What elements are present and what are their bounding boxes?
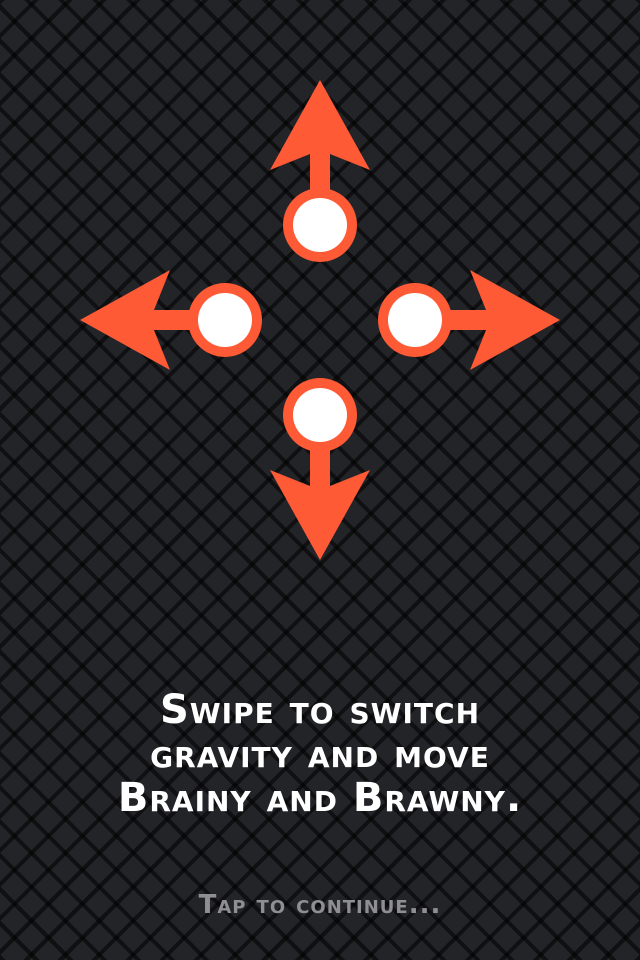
- instruction-line: gravity and move: [150, 731, 490, 777]
- instruction-text: Swipe to switch gravity and move Brainy …: [0, 688, 640, 820]
- instruction-line: Brainy and Brawny.: [117, 775, 523, 821]
- instruction-line: Swipe to switch: [159, 687, 481, 733]
- swipe-left-arrow-icon: [80, 270, 262, 370]
- swipe-up-arrow-icon: [270, 80, 370, 262]
- swipe-right-knob: [388, 293, 442, 347]
- swipe-down-arrow-icon: [270, 378, 370, 560]
- swipe-left-knob: [198, 293, 252, 347]
- swipe-gesture-diagram: [80, 80, 560, 560]
- swipe-up-knob: [293, 198, 347, 252]
- swipe-right-arrow-icon: [378, 270, 560, 370]
- swipe-down-knob: [293, 388, 347, 442]
- tutorial-screen[interactable]: Swipe to switch gravity and move Brainy …: [0, 0, 640, 960]
- tap-to-continue-prompt[interactable]: Tap to continue...: [0, 890, 640, 920]
